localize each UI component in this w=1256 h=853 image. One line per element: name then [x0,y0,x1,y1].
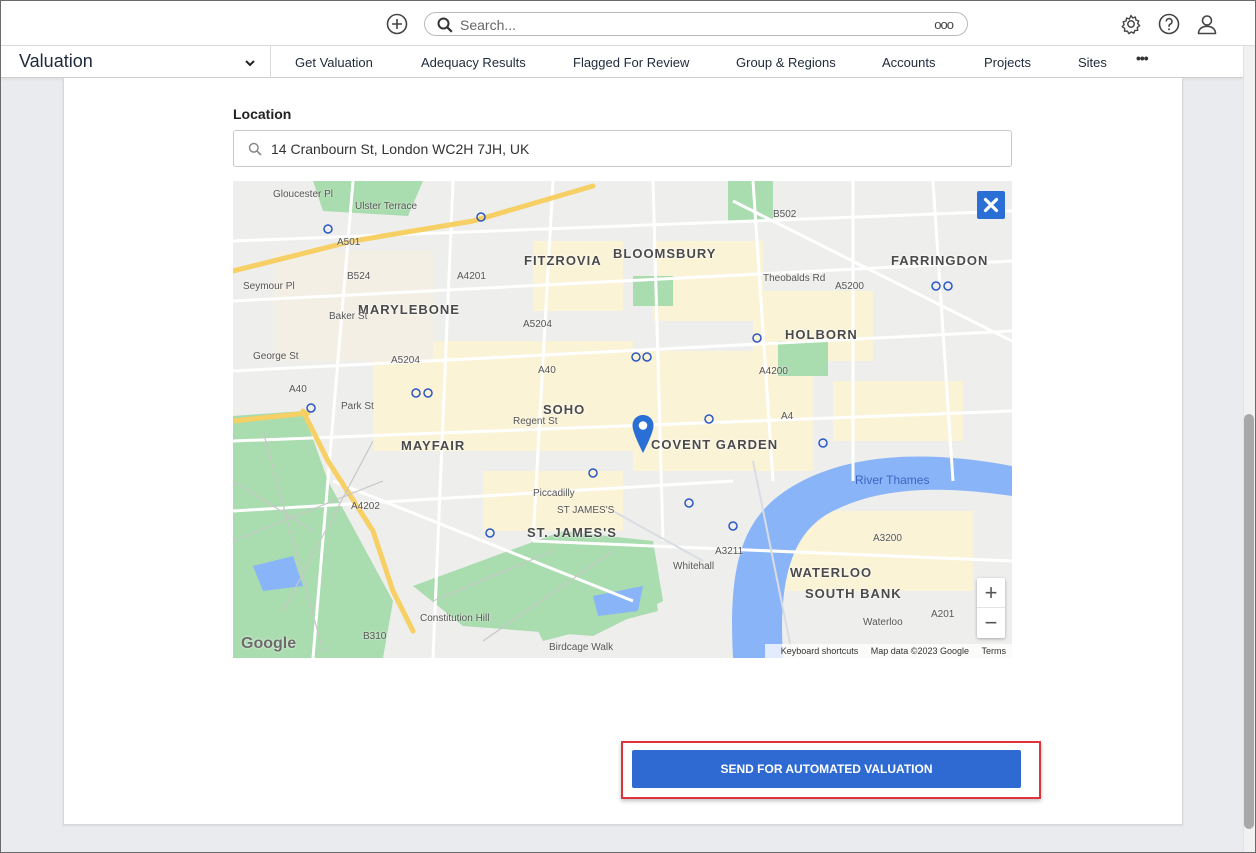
map-road-label: ST JAMES'S [557,505,615,516]
map-road-label: A40 [538,365,556,376]
map-road-label: A4200 [759,366,788,377]
nav-projects[interactable]: Projects [984,55,1031,70]
map-road-label: A5200 [835,281,864,292]
map-road-label: A4 [781,411,794,422]
map-road-label: Piccadilly [533,488,575,499]
map-road-label: Regent St [513,416,558,427]
map-road-label: A4201 [457,271,486,282]
map-road-label: Constitution Hill [420,613,490,624]
location-input[interactable]: 14 Cranbourn St, London WC2H 7JH, UK [233,130,1012,167]
app-nav-bar: Valuation Get Valuation Adequacy Results… [1,46,1243,78]
map-area-label: MARYLEBONE [358,302,460,317]
map-road-label: A40 [289,384,307,395]
nav-adequacy-results[interactable]: Adequacy Results [421,55,526,70]
help-icon[interactable] [1158,13,1180,35]
map-data-text: Map data ©2023 Google [870,646,969,656]
map-road-label: B502 [773,209,797,220]
app-window: Search... ooo Valuation Get Valuation Ad… [0,0,1256,853]
scrollbar-thumb[interactable] [1244,414,1254,829]
nav-divider [270,46,271,78]
map-area-label: SOUTH BANK [805,586,902,601]
map-area-label: FITZROVIA [524,253,602,268]
map-area-label: MAYFAIR [401,438,466,453]
terms-link[interactable]: Terms [982,646,1007,656]
add-icon[interactable] [386,13,408,35]
search-placeholder: Search... [460,17,517,33]
map-area-label: HOLBORN [785,327,858,342]
map-road-label: Seymour Pl [243,281,295,292]
nav-group-regions[interactable]: Group & Regions [736,55,836,70]
map-area-label: FARRINGDON [891,253,989,268]
map-attribution: Keyboard shortcuts Map data ©2023 Google… [764,644,1012,658]
search-options-icon[interactable]: ooo [934,17,954,32]
search-icon [437,17,453,33]
keyboard-shortcuts-link[interactable]: Keyboard shortcuts [781,646,859,656]
app-title[interactable]: Valuation [19,51,93,72]
map-road-label: Theobalds Rd [763,273,826,284]
location-pin-icon[interactable] [631,414,655,454]
river-label: River Thames [855,473,930,487]
map-area-label: ST. JAMES'S [527,525,617,540]
nav-flagged-for-review[interactable]: Flagged For Review [573,55,689,70]
map-road-label: Gloucester Pl [273,189,334,200]
location-label: Location [233,106,292,122]
map-area-label: BLOOMSBURY [613,246,717,261]
map-road-label: A4202 [351,501,380,512]
map-zoom-control: + − [977,578,1005,638]
location-value: 14 Cranbourn St, London WC2H 7JH, UK [271,141,530,157]
zoom-out-button[interactable]: − [977,608,1005,638]
global-search[interactable]: Search... ooo [424,12,968,36]
search-icon [248,142,262,156]
map-road-label: Baker St [329,311,368,322]
map-area-label: WATERLOO [790,565,873,580]
send-for-automated-valuation-button[interactable]: SEND FOR AUTOMATED VALUATION [632,750,1021,788]
map-road-label: B310 [363,631,387,642]
map-area-label: COVENT GARDEN [651,437,779,452]
map-road-label: A3211 [715,546,744,557]
user-profile-icon[interactable] [1196,13,1218,35]
map-road-label: Park St [341,401,374,412]
map-road-label: A3200 [873,533,902,544]
map-road-label: Ulster Terrace [355,201,418,212]
map-road-label: A5204 [391,355,420,366]
nav-accounts[interactable]: Accounts [882,55,935,70]
nav-more-icon[interactable]: ••• [1136,50,1149,66]
map-road-label: A5204 [523,319,552,330]
settings-gear-icon[interactable] [1120,13,1142,35]
close-icon[interactable] [977,191,1005,219]
top-bar: Search... ooo [1,1,1255,46]
nav-sites[interactable]: Sites [1078,55,1107,70]
google-logo: Google [241,635,297,652]
map-road-label: Birdcage Walk [549,642,614,653]
map-road-label: Whitehall [673,561,715,572]
map-road-label: B524 [347,271,371,282]
map-area-label: SOHO [543,402,586,417]
nav-get-valuation[interactable]: Get Valuation [295,55,373,70]
map-road-label: George St [253,351,299,362]
map-road-label: Waterloo [863,617,903,628]
map-road-label: A201 [931,609,955,620]
map-road-label: A501 [337,237,361,248]
zoom-in-button[interactable]: + [977,578,1005,608]
location-map[interactable]: FITZROVIA BLOOMSBURY FARRINGDON MARYLEBO… [233,181,1012,658]
chevron-down-icon[interactable] [244,57,256,69]
